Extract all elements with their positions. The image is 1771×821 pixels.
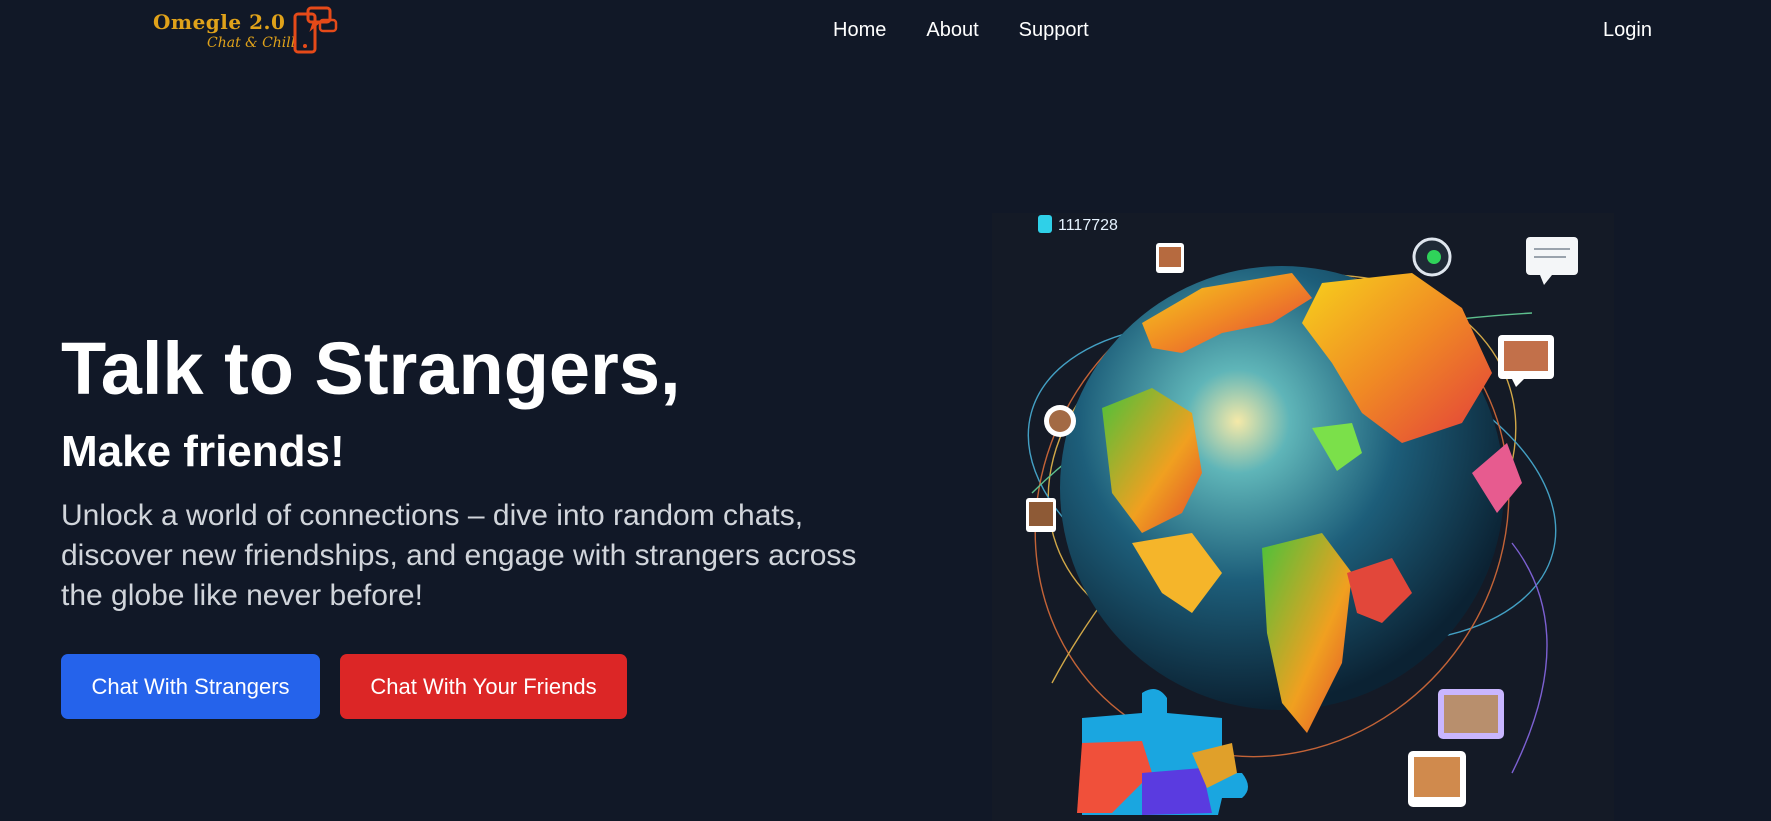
hero-illustration: 1117728 xyxy=(992,213,1614,821)
hero-subtitle: Make friends! xyxy=(61,427,345,476)
photo-icon xyxy=(1438,689,1504,739)
photo-icon xyxy=(1408,751,1466,807)
login-link[interactable]: Login xyxy=(1603,18,1652,42)
main-nav: Home About Support xyxy=(833,18,1129,42)
chat-bubble-icon xyxy=(1526,237,1578,285)
photo-icon xyxy=(1026,498,1056,532)
nav-about-link[interactable]: About xyxy=(926,18,978,42)
logo[interactable]: Omegle 2.0 Chat & Chill xyxy=(150,6,340,56)
logo-subtitle: Chat & Chill xyxy=(207,35,296,51)
chat-with-friends-button[interactable]: Chat With Your Friends xyxy=(340,654,627,719)
nav-home-link[interactable]: Home xyxy=(833,18,886,42)
like-icon xyxy=(1038,215,1052,233)
globe-illustration: 1117728 xyxy=(1026,215,1578,815)
counter-text: 1117728 xyxy=(1058,217,1118,234)
logo-title: Omegle 2.0 xyxy=(153,10,286,34)
nav-support-link[interactable]: Support xyxy=(1019,18,1089,42)
photo-icon xyxy=(1156,243,1184,273)
puzzle-icon xyxy=(1077,689,1248,815)
landing-page: Omegle 2.0 Chat & Chill Home About Suppo… xyxy=(0,0,1771,821)
chat-with-strangers-button[interactable]: Chat With Strangers xyxy=(61,654,320,719)
phone-chat-icon xyxy=(293,6,338,54)
hero-title: Talk to Strangers, xyxy=(61,327,681,410)
like-counter: 1117728 xyxy=(1038,215,1118,234)
hero-description: Unlock a world of connections – dive int… xyxy=(61,499,857,612)
